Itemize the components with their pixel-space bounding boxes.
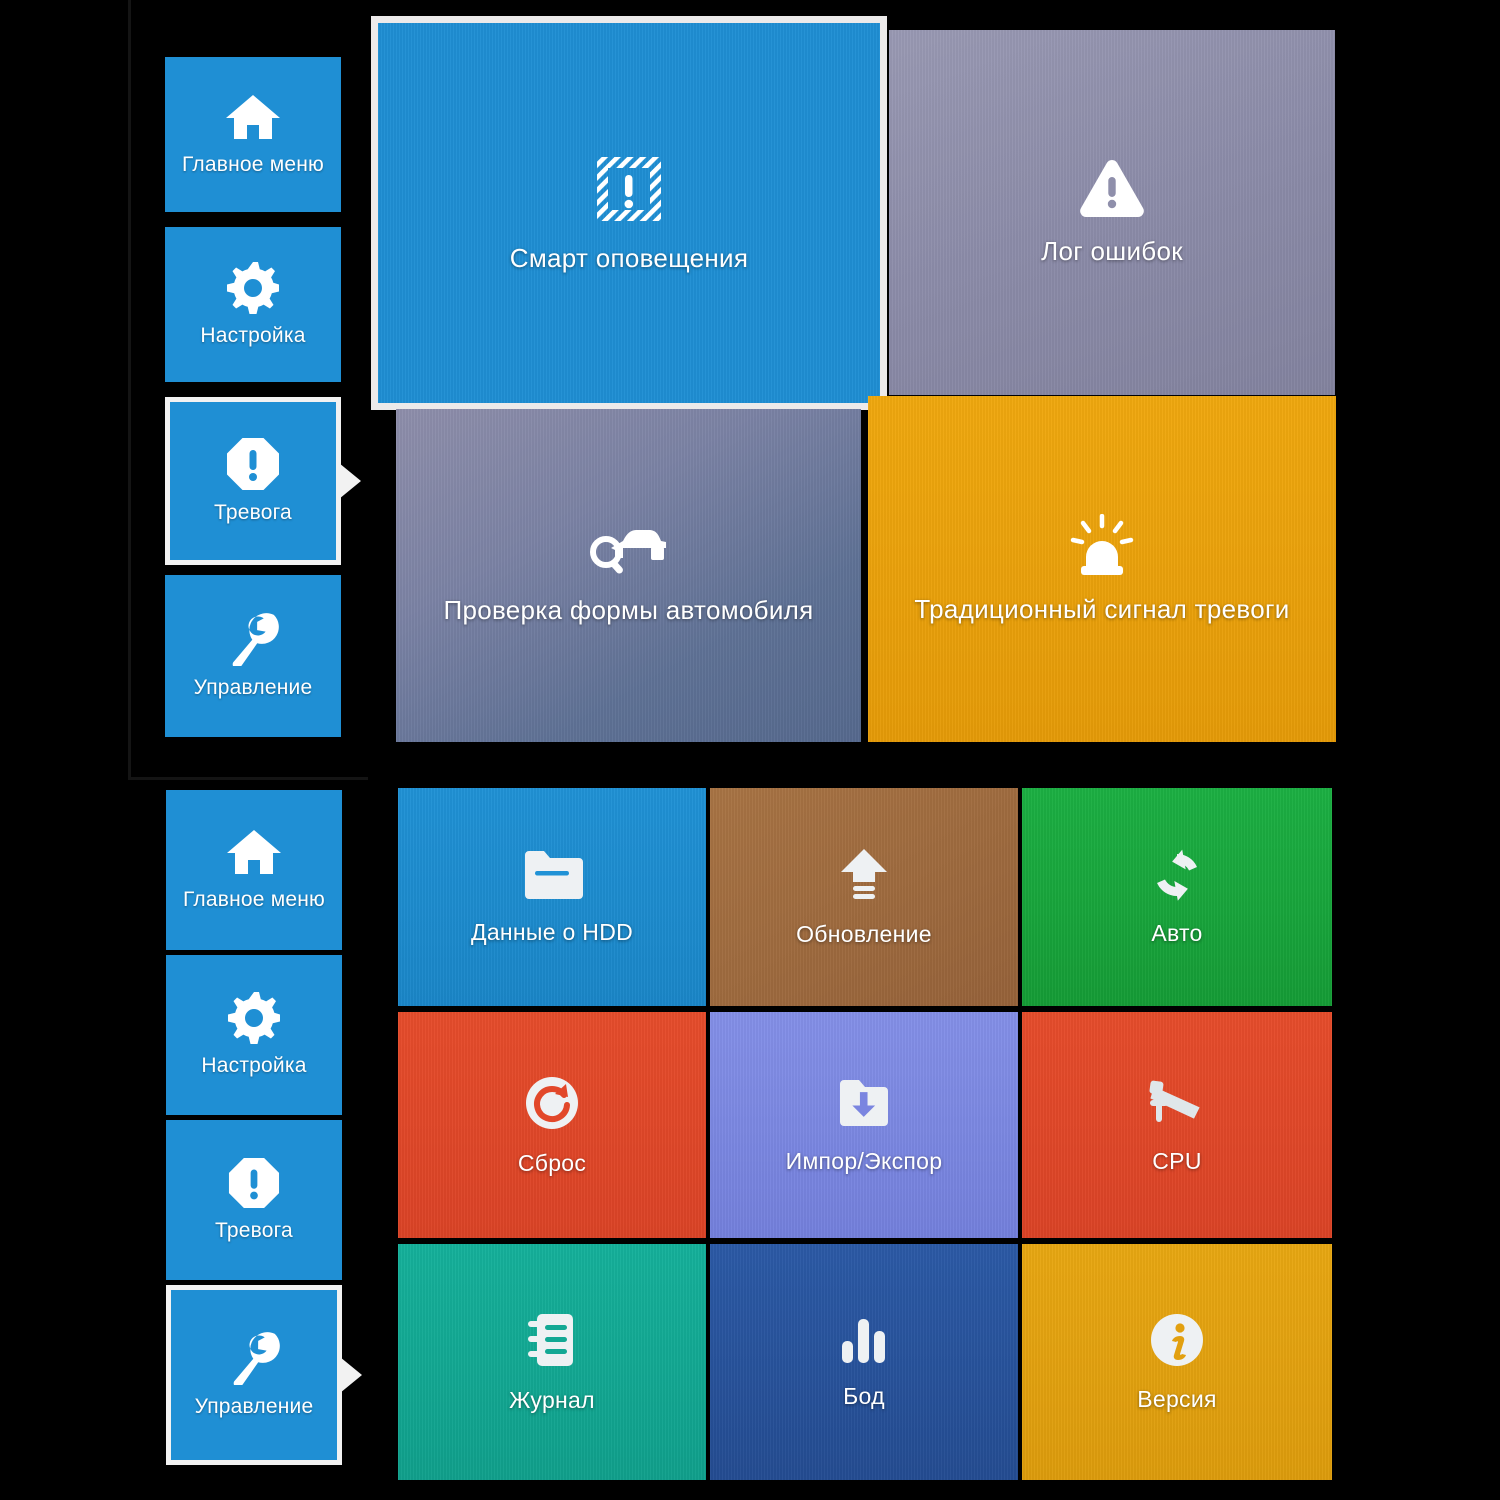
tile-baud[interactable]: Бод (710, 1244, 1018, 1480)
tile-label: Импор/Экспор (785, 1147, 943, 1174)
alarm-sidebar: Главное меню Настройка Тревога Управлени… (165, 57, 361, 737)
car-search-icon (589, 525, 669, 577)
sidebar-item-alarm[interactable]: Тревога (166, 1120, 342, 1280)
sidebar-item-alarm[interactable]: Тревога (165, 397, 361, 565)
smart-alert-icon (593, 153, 665, 225)
tile-traditional-alarm[interactable]: Традиционный сигнал тревоги (868, 396, 1336, 742)
home-icon (226, 828, 282, 878)
wrench-icon (226, 1331, 282, 1385)
sidebar-item-label: Управление (193, 676, 313, 699)
sidebar-item-label: Главное меню (182, 152, 324, 176)
tile-label: Смарт оповещения (509, 242, 749, 273)
tile-cpu[interactable]: CPU (1022, 1012, 1332, 1238)
sidebar-item-settings[interactable]: Настройка (165, 227, 341, 382)
home-icon (225, 93, 281, 143)
tile-journal[interactable]: Журнал (398, 1244, 706, 1480)
selection-pointer-icon (339, 463, 361, 499)
sidebar-item-label: Главное меню (183, 888, 325, 911)
tile-label: Журнал (509, 1386, 595, 1413)
tile-label: Версия (1137, 1385, 1217, 1412)
gear-icon (227, 261, 279, 314)
management-panel: Главное меню Настройка Тревога Управлени… (0, 780, 1500, 1500)
sidebar-item-main-menu[interactable]: Главное меню (165, 57, 341, 212)
selection-pointer-icon (340, 1357, 362, 1393)
tile-label: CPU (1152, 1147, 1202, 1174)
tile-label: Сброс (517, 1149, 587, 1176)
info-circle-icon (1149, 1312, 1205, 1368)
notebook-icon (525, 1311, 579, 1369)
tile-import-export[interactable]: Импор/Экспор (710, 1012, 1018, 1238)
sidebar-item-label: Управление (194, 1395, 314, 1418)
tile-label: Традиционный сигнал тревоги (914, 593, 1290, 624)
tile-label: Лог ошибок (1041, 236, 1183, 266)
gear-icon (228, 992, 280, 1044)
auto-refresh-icon (1148, 848, 1206, 902)
sidebar-item-management[interactable]: Управление (165, 575, 341, 737)
sidebar-item-label: Настройка (201, 1054, 307, 1077)
management-sidebar: Главное меню Настройка Тревога Управлени… (166, 790, 362, 1490)
screen: Главное меню Настройка Тревога Управлени… (0, 0, 1500, 1500)
cctv-camera-icon (1144, 1076, 1210, 1130)
tile-upgrade[interactable]: Обновление (710, 788, 1018, 1006)
tile-label: Обновление (796, 920, 932, 947)
tile-version[interactable]: Версия (1022, 1244, 1332, 1480)
wrench-icon (225, 612, 281, 666)
sidebar-item-settings[interactable]: Настройка (166, 955, 342, 1115)
tile-label: Проверка формы автомобиля (443, 595, 814, 625)
tile-auto[interactable]: Авто (1022, 788, 1332, 1006)
sidebar-item-main-menu[interactable]: Главное меню (166, 790, 342, 950)
tile-vehicle-shape-check[interactable]: Проверка формы автомобиля (396, 409, 861, 742)
tile-error-log[interactable]: Лог ошибок (889, 30, 1335, 395)
sidebar-item-label: Тревога (214, 501, 292, 524)
sidebar-item-label: Тревога (215, 1219, 293, 1242)
tile-label: Бод (843, 1382, 885, 1409)
bar-chart-icon (838, 1315, 890, 1365)
tile-hdd-info[interactable]: Данные о HDD (398, 788, 706, 1006)
folder-download-icon (836, 1076, 892, 1130)
tile-smart-alert[interactable]: Смарт оповещения (371, 16, 887, 410)
siren-icon (1065, 513, 1139, 576)
reset-icon (523, 1074, 581, 1132)
alarm-octagon-icon (226, 437, 280, 491)
alarm-panel: Главное меню Настройка Тревога Управлени… (0, 0, 1500, 760)
warning-triangle-icon (1079, 158, 1145, 218)
tile-label: Авто (1151, 919, 1203, 946)
upgrade-arrow-icon (837, 847, 891, 903)
tile-reset[interactable]: Сброс (398, 1012, 706, 1238)
sidebar-item-management[interactable]: Управление (166, 1285, 362, 1465)
tile-label: Данные о HDD (470, 918, 634, 945)
folder-hdd-icon (521, 849, 583, 901)
alarm-octagon-icon (228, 1157, 280, 1209)
sidebar-item-label: Настройка (200, 323, 306, 347)
